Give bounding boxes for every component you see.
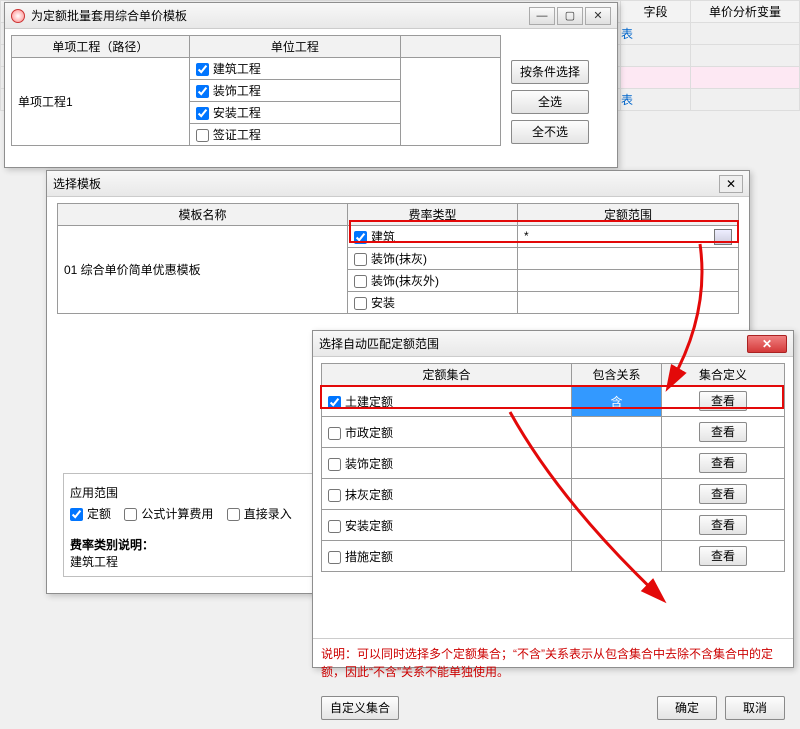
titlebar-3[interactable]: 选择自动匹配定额范围 ✕ bbox=[313, 331, 793, 357]
close-button-3[interactable]: ✕ bbox=[747, 335, 787, 353]
window2-title: 选择模板 bbox=[53, 175, 719, 192]
close-button[interactable]: ✕ bbox=[585, 7, 611, 25]
scope-picker-icon[interactable] bbox=[714, 229, 732, 245]
rate-desc-value: 建筑工程 bbox=[70, 553, 344, 570]
unit-checkbox-2[interactable] bbox=[196, 107, 209, 120]
bg-col-analysis: 单价分析变量 bbox=[709, 5, 781, 19]
unit-checkbox-3[interactable] bbox=[196, 129, 209, 142]
view-button[interactable]: 查看 bbox=[699, 484, 747, 504]
window-auto-match-scope: 选择自动匹配定额范围 ✕ 定额集合 包含关系 集合定义 土建定额 含 查看 市政… bbox=[312, 330, 794, 668]
select-all-button[interactable]: 全选 bbox=[511, 90, 589, 114]
rate-checkbox-1[interactable] bbox=[354, 253, 367, 266]
hdr-quota-set: 定额集合 bbox=[422, 368, 470, 382]
view-button[interactable]: 查看 bbox=[699, 515, 747, 535]
minimize-button[interactable]: — bbox=[529, 7, 555, 25]
rate-checkbox-2[interactable] bbox=[354, 275, 367, 288]
set-checkbox-1[interactable] bbox=[328, 427, 341, 440]
chk-direct[interactable] bbox=[227, 508, 240, 521]
hdr-quota-scope: 定额范围 bbox=[604, 208, 652, 222]
table-row[interactable]: 抹灰定额 查看 bbox=[322, 479, 785, 510]
table-row[interactable]: 市政定额 查看 bbox=[322, 417, 785, 448]
rate-row[interactable]: 装饰(抹灰) bbox=[348, 248, 518, 270]
bg-col-field: 字段 bbox=[643, 5, 667, 19]
table-row[interactable]: 装饰定额 查看 bbox=[322, 448, 785, 479]
unit-row[interactable]: 建筑工程 bbox=[189, 58, 400, 80]
rate-desc-label: 费率类别说明： bbox=[70, 536, 344, 553]
quota-set-table: 定额集合 包含关系 集合定义 土建定额 含 查看 市政定额 查看 装饰定额 查看… bbox=[321, 363, 785, 572]
chk-quota[interactable] bbox=[70, 508, 83, 521]
bg-link[interactable]: 表 bbox=[621, 27, 633, 41]
rate-row[interactable]: 建筑 bbox=[348, 226, 518, 248]
rate-checkbox-0[interactable] bbox=[354, 231, 367, 244]
hdr-project: 单项工程（路径） bbox=[52, 40, 148, 54]
view-button[interactable]: 查看 bbox=[699, 453, 747, 473]
relation-cell[interactable]: 含 bbox=[572, 386, 662, 417]
set-checkbox-4[interactable] bbox=[328, 520, 341, 533]
maximize-button[interactable]: ▢ bbox=[557, 7, 583, 25]
project-unit-table: 单项工程（路径） 单位工程 单项工程1 建筑工程 装饰工程 安装工程 签证工程 bbox=[11, 35, 501, 146]
scope-section-title: 应用范围 bbox=[70, 484, 344, 501]
view-button[interactable]: 查看 bbox=[699, 422, 747, 442]
set-checkbox-5[interactable] bbox=[328, 551, 341, 564]
titlebar-1[interactable]: 为定额批量套用综合单价模板 — ▢ ✕ bbox=[5, 3, 617, 29]
set-checkbox-2[interactable] bbox=[328, 458, 341, 471]
unit-row[interactable]: 装饰工程 bbox=[189, 80, 400, 102]
rate-checkbox-3[interactable] bbox=[354, 297, 367, 310]
footer-note: 说明：可以同时选择多个定额集合；“不含”关系表示从包含集合中去除不含集合中的定额… bbox=[313, 638, 793, 687]
scope-groupbox: 应用范围 定额 公式计算费用 直接录入 费率类别说明： 建筑工程 bbox=[63, 473, 351, 577]
cancel-button[interactable]: 取消 bbox=[725, 696, 785, 720]
table-row[interactable]: 土建定额 含 查看 bbox=[322, 386, 785, 417]
unit-checkbox-0[interactable] bbox=[196, 63, 209, 76]
rate-row[interactable]: 装饰(抹灰外) bbox=[348, 270, 518, 292]
unit-row[interactable]: 签证工程 bbox=[189, 124, 400, 146]
bg-link2[interactable]: 表 bbox=[621, 93, 633, 107]
unit-checkbox-1[interactable] bbox=[196, 85, 209, 98]
scope-cell[interactable]: * bbox=[518, 226, 739, 248]
app-icon bbox=[11, 9, 25, 23]
select-none-button[interactable]: 全不选 bbox=[511, 120, 589, 144]
hdr-definition: 集合定义 bbox=[699, 368, 747, 382]
hdr-rate-type: 费率类型 bbox=[408, 208, 456, 222]
custom-set-button[interactable]: 自定义集合 bbox=[321, 696, 399, 720]
chk-quota-label[interactable]: 定额 bbox=[70, 507, 111, 521]
chk-formula[interactable] bbox=[124, 508, 137, 521]
rate-row[interactable]: 安装 bbox=[348, 292, 518, 314]
chk-formula-label[interactable]: 公式计算费用 bbox=[124, 507, 213, 521]
view-button[interactable]: 查看 bbox=[699, 546, 747, 566]
table-row[interactable]: 措施定额 查看 bbox=[322, 541, 785, 572]
window-batch-template: 为定额批量套用综合单价模板 — ▢ ✕ 单项工程（路径） 单位工程 单项工程1 … bbox=[4, 2, 618, 168]
set-checkbox-3[interactable] bbox=[328, 489, 341, 502]
hdr-template-name: 模板名称 bbox=[178, 208, 226, 222]
window1-title: 为定额批量套用综合单价模板 bbox=[31, 7, 527, 24]
ok-button[interactable]: 确定 bbox=[657, 696, 717, 720]
project-name-cell[interactable]: 单项工程1 bbox=[12, 58, 190, 146]
template-table: 模板名称 费率类型 定额范围 01 综合单价简单优惠模板 建筑 * 装饰(抹灰)… bbox=[57, 203, 739, 314]
set-checkbox-0[interactable] bbox=[328, 396, 341, 409]
window3-title: 选择自动匹配定额范围 bbox=[319, 335, 747, 352]
hdr-unit: 单位工程 bbox=[271, 40, 319, 54]
titlebar-2[interactable]: 选择模板 ✕ bbox=[47, 171, 749, 197]
table-row[interactable]: 安装定额 查看 bbox=[322, 510, 785, 541]
unit-row[interactable]: 安装工程 bbox=[189, 102, 400, 124]
template-name-cell[interactable]: 01 综合单价简单优惠模板 bbox=[58, 226, 348, 314]
view-button[interactable]: 查看 bbox=[699, 391, 747, 411]
chk-direct-label[interactable]: 直接录入 bbox=[227, 507, 292, 521]
close-button-2[interactable]: ✕ bbox=[719, 175, 743, 193]
hdr-relation: 包含关系 bbox=[592, 368, 640, 382]
filter-button[interactable]: 按条件选择 bbox=[511, 60, 589, 84]
